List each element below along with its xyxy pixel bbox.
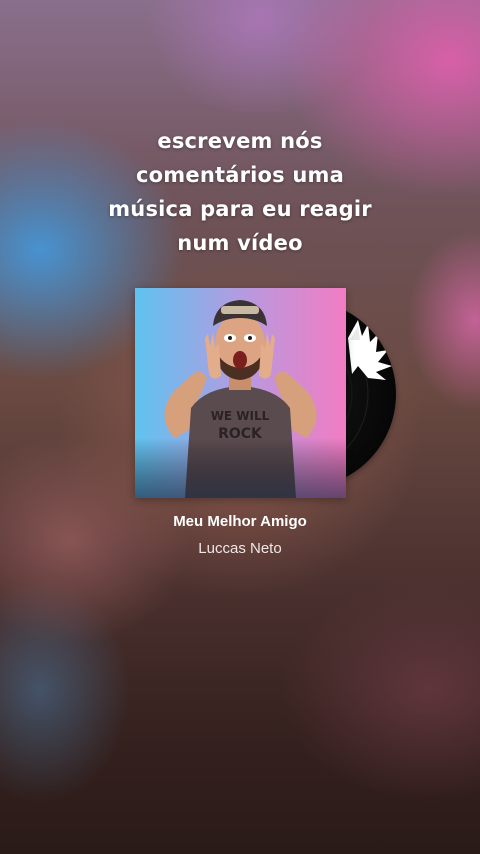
album-cover-art: WE WILL ROCK — [135, 288, 346, 498]
song-title[interactable]: Meu Melhor Amigo — [60, 512, 420, 532]
caption-line: música para eu reagir — [108, 197, 372, 221]
cover-shirt-text: WE WILL — [211, 409, 270, 423]
album-cover[interactable]: WE WILL ROCK — [135, 288, 346, 498]
caption-text: escrevem nós comentários uma música para… — [60, 124, 420, 260]
caption-line: escrevem nós — [157, 129, 323, 153]
caption-line: comentários uma — [136, 163, 344, 187]
caption-line: num vídeo — [177, 231, 303, 255]
song-artist[interactable]: Luccas Neto — [60, 539, 420, 559]
video-screen[interactable]: escrevem nós comentários uma música para… — [0, 0, 480, 854]
